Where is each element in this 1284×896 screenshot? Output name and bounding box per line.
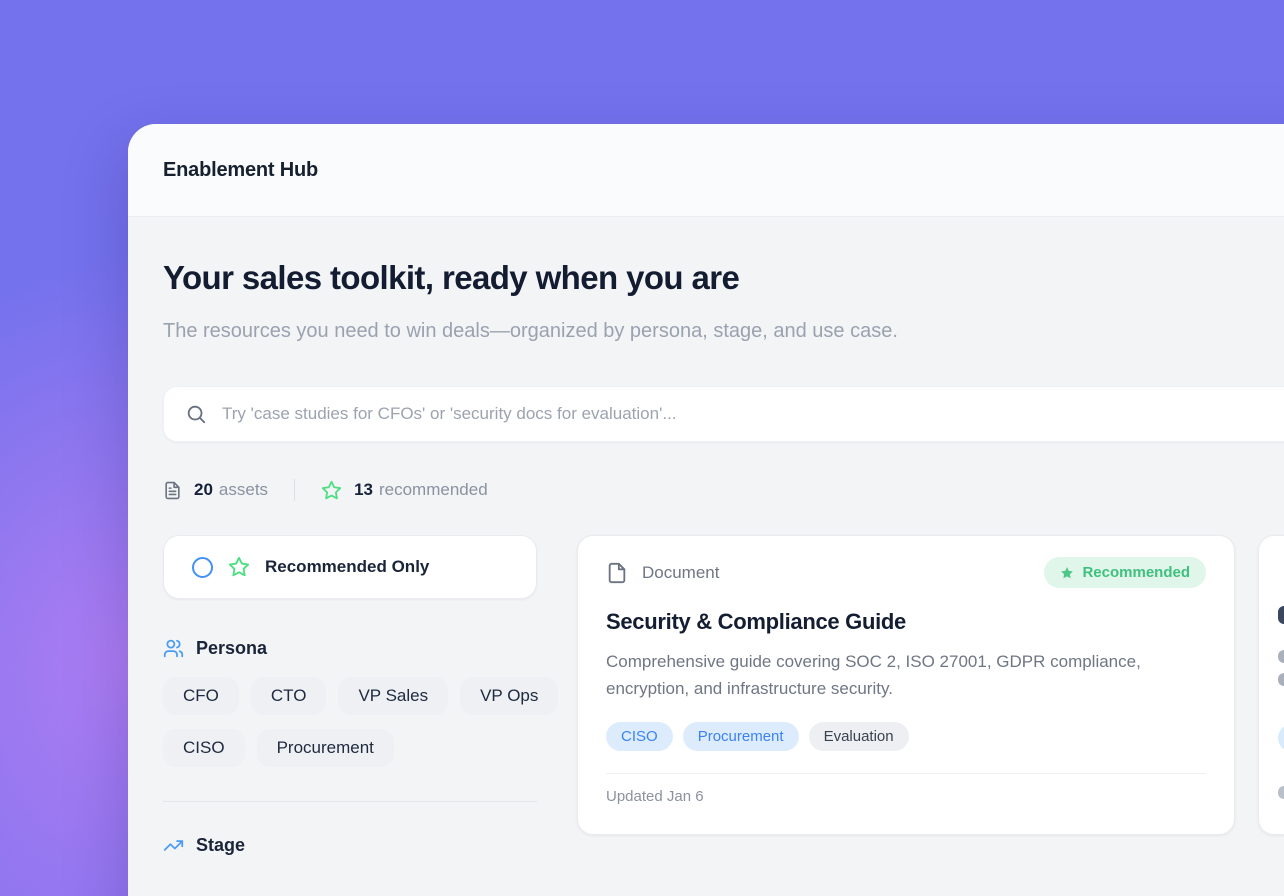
sidebar-divider <box>163 801 537 802</box>
partial-card-title-fragment <box>1278 606 1284 624</box>
radio-circle[interactable] <box>192 557 213 578</box>
search-icon <box>185 403 207 425</box>
card-type-label: Document <box>642 563 719 583</box>
cards-row: Document Recommended Security & Complian… <box>577 535 1284 835</box>
card-tag: Procurement <box>683 722 799 751</box>
recommended-badge: Recommended <box>1044 557 1206 588</box>
main-content: Your sales toolkit, ready when you are T… <box>128 217 1284 856</box>
stage-section-header: Stage <box>163 835 537 856</box>
partial-card-updated-fragment <box>1278 786 1284 799</box>
star-icon <box>321 480 342 501</box>
card-description: Comprehensive guide covering SOC 2, ISO … <box>606 648 1206 702</box>
card-type: Document <box>606 562 719 584</box>
persona-chip[interactable]: CFO <box>163 677 239 715</box>
persona-chip[interactable]: VP Ops <box>460 677 558 715</box>
badge-star-icon <box>1060 566 1074 580</box>
page-background: { "app": { "title": "Enablement Hub" }, … <box>0 0 1284 896</box>
card-title: Security & Compliance Guide <box>606 609 1206 635</box>
persona-chip[interactable]: CISO <box>163 729 245 767</box>
recommended-count: 13 <box>354 480 373 500</box>
file-icon <box>606 562 628 584</box>
card-tag: CISO <box>606 722 673 751</box>
page-title: Your sales toolkit, ready when you are <box>163 259 1284 297</box>
star-icon <box>228 556 250 578</box>
window-header: Enablement Hub <box>128 124 1284 217</box>
filters-sidebar: Recommended Only Persona CFO CTO VP Sale… <box>163 535 537 856</box>
persona-section-label: Persona <box>196 638 267 659</box>
recommended-only-toggle[interactable]: Recommended Only <box>163 535 537 599</box>
content-columns: Recommended Only Persona CFO CTO VP Sale… <box>163 535 1284 856</box>
partial-card-text-fragment <box>1278 673 1284 686</box>
partial-card-tag-fragment <box>1278 724 1284 752</box>
card-tag-row: CISO Procurement Evaluation <box>606 722 1206 751</box>
assets-label: assets <box>219 480 268 500</box>
persona-chip[interactable]: CTO <box>251 677 327 715</box>
search-bar[interactable] <box>163 386 1284 442</box>
trending-up-icon <box>163 835 184 856</box>
users-icon <box>163 638 184 659</box>
card-divider <box>606 773 1206 774</box>
app-title: Enablement Hub <box>163 159 318 182</box>
resource-card-partial[interactable] <box>1258 535 1284 835</box>
partial-card-text-fragment <box>1278 650 1284 663</box>
search-input[interactable] <box>222 404 1284 424</box>
assets-count: 20 <box>194 480 213 500</box>
persona-chip[interactable]: Procurement <box>257 729 394 767</box>
app-window: Enablement Hub Your sales toolkit, ready… <box>128 124 1284 896</box>
persona-chip[interactable]: VP Sales <box>338 677 448 715</box>
recommended-badge-label: Recommended <box>1082 564 1190 581</box>
file-text-icon <box>163 481 182 500</box>
card-meta-row: Document Recommended <box>606 557 1206 588</box>
persona-section-header: Persona <box>163 638 537 659</box>
recommended-only-label: Recommended Only <box>265 557 429 577</box>
page-subtitle: The resources you need to win deals—orga… <box>163 313 973 350</box>
stage-section-label: Stage <box>196 835 245 856</box>
stats-row: 20 assets 13 recommended <box>163 479 1284 501</box>
card-updated: Updated Jan 6 <box>606 788 1206 805</box>
persona-chip-row: CISO Procurement <box>163 729 537 767</box>
recommended-label: recommended <box>379 480 488 500</box>
stats-divider <box>294 479 295 501</box>
card-tag: Evaluation <box>809 722 909 751</box>
resource-card[interactable]: Document Recommended Security & Complian… <box>577 535 1235 835</box>
persona-chip-row: CFO CTO VP Sales VP Ops <box>163 677 537 715</box>
